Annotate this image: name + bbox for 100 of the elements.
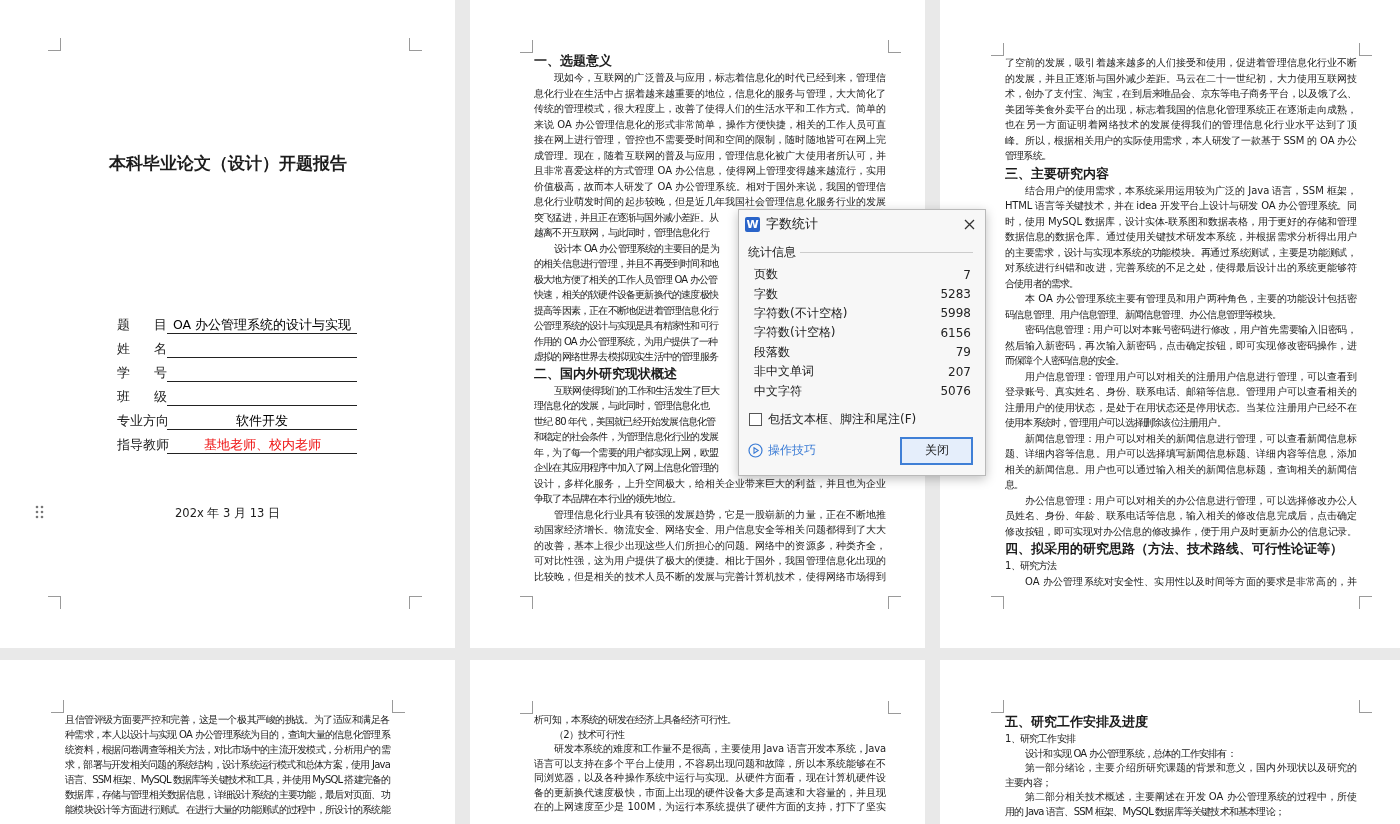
text-line: 且非常喜爱这样的方式管理 OA 办公信息，使得网上管理变得越来越流行，实用 xyxy=(534,164,886,178)
field-value: OA 办公管理系统的设计与实现 xyxy=(167,316,357,334)
stat-value: 5283 xyxy=(940,287,971,302)
group-label: 统计信息 xyxy=(748,244,796,261)
section-heading: 二、国内外研究现状概述 xyxy=(534,364,677,383)
stat-value: 207 xyxy=(948,364,971,379)
text-line: 对系统进行纠错和改进，完善系统的不足之处，使得最后设计出的系统更能够符 xyxy=(1005,261,1357,275)
text-line: 极大地方便了相关的工作人员管理 OA 办公管 xyxy=(534,272,718,287)
field-value: 软件开发 xyxy=(167,412,357,430)
text-line: 研发本系统的难度和工作量不是很高，主要使用 Java 语言开发本系统，Java xyxy=(553,742,886,756)
text-line: 现如今，互联网的广泛普及与应用，标志着信息化的时代已经到来，管理信 xyxy=(553,71,886,85)
text-line: 且信管评级方面要严控和完善，这是一个极其严峻的挑战。为了适应和满足各 xyxy=(65,713,390,727)
text-line: 时，使用 MySQL 数据库，设计实体-联系图和数据表格，用于更好的存储和管理 xyxy=(1005,214,1357,229)
text-line: 的主要需求，设计与实现本系统的功能模块。再通过系统测试，主要是功能测试， xyxy=(1005,245,1357,260)
text-line: 管理信息化行业具有较强的发展趋势，它是一股崭新的力量，正在不断地推 xyxy=(553,507,886,522)
text-line: 企业在其应用程序中加入了网上信息化管理的 xyxy=(534,461,718,475)
text-line: 语言可以支持在多个平台上使用，不容易出现问题和故障，所以本系统能够在不 xyxy=(534,756,886,771)
crop-mark xyxy=(991,596,1004,609)
drag-handle-icon[interactable] xyxy=(35,505,44,519)
crop-mark xyxy=(1359,596,1372,609)
text-line: 合使用者的需求。 xyxy=(1005,276,1079,291)
section-heading: 四、拟采用的研究思路（方法、技术路线、可行性论证等） xyxy=(1005,540,1343,558)
text-line: 接在网上进行管理，管控也不需要受时间和空间的限制，随时随地皆可在网上完 xyxy=(534,133,886,147)
text-line: 互联网使得我们的工作和生活发生了巨大 xyxy=(553,383,720,398)
tips-link[interactable]: 操作技巧 xyxy=(748,442,816,460)
checkbox-label[interactable]: 包括文本框、脚注和尾注(F) xyxy=(768,410,917,428)
crop-mark xyxy=(888,596,901,609)
text-line: 语言、SSM 框架、MySQL 数据库等关键技术和工具，并使用 MySQL 搭建完备的 xyxy=(65,773,390,787)
field-label: 专业方向 xyxy=(117,413,167,430)
text-line: 析可知，本系统的研发在经济上具备经济可行性。 xyxy=(534,713,737,727)
text-line: 使用本系统时，管理用户可以选择删除该位注册用户。 xyxy=(1005,416,1226,430)
text-line: 设计本 OA 办公管理系统的主要目的是为 xyxy=(553,241,719,256)
text-line: 快速，相关的软硬件设备更新换代的速度极快 xyxy=(534,288,718,302)
text-line: 也在另一方面证明着网络技术的发展使得我们的管理信息化行业水平达到了顶 xyxy=(1005,118,1357,132)
text-line: 管理系统。 xyxy=(1005,149,1051,163)
text-line: 世纪 80 年代，美国就已经开始发展信息化管 xyxy=(534,414,716,429)
text-line: 数据库，存储与管理相关数据信息，详细设计系统的主要功能，最后对页面、功 xyxy=(65,788,390,802)
text-line: 成管理。现在，随着互联网的普及与应用，管理信息化被广大使用者所认可，并 xyxy=(534,148,886,163)
text-line: 登录账号、真实姓名、身份、联系电话、邮箱等信息。管理用户可以查看相关的 xyxy=(1005,385,1357,399)
text-line: 然后输入新密码，再次输入新密码，点击确定按钮，即可实现修改密码操作，进 xyxy=(1005,338,1357,353)
crop-mark xyxy=(520,596,533,609)
field-label: 题 目 xyxy=(117,317,167,334)
crop-mark xyxy=(48,38,61,51)
text-line: 虚拟的网络世界去模拟现实生活中的管理服务 xyxy=(534,350,718,364)
text-line: 动国家经济增长。物流安全、网络安全、用户信息安全等相关问题都得到了大大 xyxy=(534,523,886,537)
text-line: 息化行业萌发时间的起步较晚，但是近几年我国社会管理信息化服务行业的发展 xyxy=(534,195,886,209)
date-text: 202x 年 3 月 13 日 xyxy=(175,506,280,521)
text-line: 了空前的发展，吸引着越来越多的人们接受和使用，促进着管理信息化行业不断 xyxy=(1005,56,1357,70)
text-line: 价值极高，故而本人研发了 OA 办公管理系统。相对于国外来说，我国的管理信 xyxy=(534,179,886,194)
text-line: 年，为了每一个需要的用户都实现上网，欧盟 xyxy=(534,445,718,460)
text-line: 来说 OA 办公管理信息化的形式非常简单，操作方便快捷，相关的工作人员可直 xyxy=(534,117,886,132)
crop-mark xyxy=(888,40,901,53)
stat-value: 7 xyxy=(963,267,971,282)
stat-label: 页数 xyxy=(754,266,778,284)
stat-value: 5998 xyxy=(940,306,971,321)
text-line: 息化行业在生活中占据着越来越重要的地位，信息化的服务与管理，大大简化了 xyxy=(534,86,886,101)
text-line: 员姓名、身份、年龄、联系电话等信息，输入相关的修改信息完成后，点击确定 xyxy=(1005,509,1357,523)
text-line: 的改善，基本上很少出现这些人们所担心的问题。网络中的资源多，种类齐全， xyxy=(534,538,886,553)
text-line: 修改按钮，即可实现对办公信息的修改操作，便于用户及时更新办公的信息记录。 xyxy=(1005,524,1357,539)
text-line: 能模块设计等方面进行测试。在进行大量的功能测试的过程中，所设计的系统能 xyxy=(65,803,390,817)
stat-label: 中文字符 xyxy=(754,382,802,400)
section-heading: 五、研究工作安排及进度 xyxy=(1005,713,1148,731)
field-label: 姓 名 xyxy=(117,341,167,358)
stat-label: 字符数(不计空格) xyxy=(754,304,848,322)
field-label: 班 级 xyxy=(117,389,167,406)
checkbox[interactable] xyxy=(749,412,762,426)
text-line: 在的上网速度至少是 100M，为运行本系统提供了硬件方面的支持，打下了坚实 xyxy=(534,800,886,814)
text-line: 的相关信息进行管理，并且不再受到时间和地 xyxy=(534,257,718,271)
text-line: HTML 语言等关键技术，并在 idea 开发平台上设计与研发 OA 办公管理系统。同 xyxy=(1005,199,1357,213)
field-label: 指导教师 xyxy=(117,437,167,454)
text-line: 注册用户的使用状态，是处于在用状态还是停用状态。当某位注册用户已经不在 xyxy=(1005,400,1357,415)
crop-mark xyxy=(48,596,61,609)
crop-mark xyxy=(409,38,422,51)
text-line: 和稳定的社会条件，为管理信息化行业的发展 xyxy=(534,430,718,444)
text-line: 越离不开互联网，与此同时，管理信息化行 xyxy=(534,226,709,240)
dialog-title: 字数统计 xyxy=(766,215,819,233)
text-line: 理信息化的发展，与此同时，管理信息化也 xyxy=(534,399,709,413)
text-line: 数据信息的数据仓库。通过使用关键技术研发本系统，并根据需求分析得出用户 xyxy=(1005,230,1357,244)
close-dialog-button[interactable]: 关闭 xyxy=(900,436,973,465)
text-line: 比较晚，但是相关的技术人员不断的发展与完善计算机技术，使得网络市场得到 xyxy=(534,569,886,584)
text-line: OA 办公管理系统对安全性、实用性以及时间等方面的要求是非常高的，并 xyxy=(1024,574,1357,589)
text-line: 用的 Java 语言、SSM 框架、MySQL 数据库等关键技术和基本理论； xyxy=(1005,804,1285,819)
text-line: 办公信息管理：用户可以对相关的办公信息进行管理，可以选择修改办公人 xyxy=(1024,493,1357,508)
text-line: 新闻信息管理：用户可以对相关的新闻信息进行管理，可以查看新闻信息标 xyxy=(1024,431,1357,446)
play-circle-icon xyxy=(748,443,763,459)
document-title: 本科毕业论文（设计）开题报告 xyxy=(108,152,347,175)
text-line: 突飞猛进，并且正在逐渐与国外减小差距。从 xyxy=(534,210,718,225)
stat-value: 79 xyxy=(955,345,971,360)
text-line: 种需求，本人以设计与实现 OA 办公管理系统为目的，查询大量的信息化管理系 xyxy=(65,728,390,742)
stat-label: 段落数 xyxy=(754,343,790,361)
text-line: 密码信息管理：用户可以对本账号密码进行修改，用户首先需要输入旧密码， xyxy=(1024,323,1357,337)
stat-label: 字符数(计空格) xyxy=(754,324,836,342)
text-line: 结合用户的使用需求，本系统采用运用较为广泛的 Java 语言，SSM 框架， xyxy=(1024,183,1357,198)
crop-mark xyxy=(1359,43,1372,56)
text-line: 峰。所以，根据相关用户的实际使用需求，本人研发了一款基于 SSM 的 OA 办公 xyxy=(1005,133,1357,148)
crop-mark xyxy=(520,40,533,53)
text-line: 第一部分绪论，主要介绍所研究课题的背景和意义，国内外现状以及研究的 xyxy=(1024,761,1357,775)
section-heading: 一、选题意义 xyxy=(534,52,612,70)
text-line: 传统的管理模式，很大程度上，改善了使得人们的生活水平和工作方式。简单的 xyxy=(534,102,886,116)
text-line: 的发展，并且正逐渐与国外减少差距。马云在二十一世纪初，大力使用互联网技 xyxy=(1005,71,1357,86)
